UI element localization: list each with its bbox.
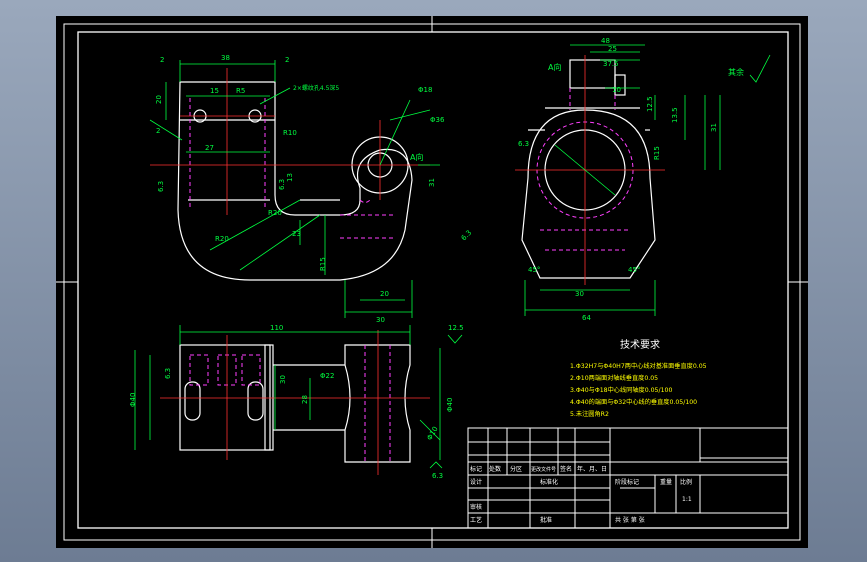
dim-27: 27 (205, 144, 214, 152)
tb-scale: 1:1 (682, 496, 692, 503)
dim-hole-note: 2×螺纹孔4.5深5 (293, 84, 339, 92)
dim-phi36: Φ36 (430, 116, 445, 124)
rough-mid: 6.3 (278, 179, 286, 190)
dim-r15-side: R15 (653, 146, 661, 160)
dim-28: 28 (301, 395, 309, 404)
tb-sign: 签名 (560, 465, 572, 473)
tb-weight: 重量 (660, 478, 672, 486)
dim-38: 38 (221, 54, 230, 62)
dim-20-left: 20 (155, 95, 163, 104)
tech-title: 技术要求 (620, 338, 660, 351)
tb-mark: 标记 (470, 465, 482, 473)
tb-stage-mark: 阶段标记 (615, 478, 639, 486)
dim-r15: R15 (319, 257, 327, 271)
dim-10: 10 (612, 86, 621, 94)
dim-30-side: 30 (575, 290, 584, 298)
tb-scale-label: 比例 (680, 478, 692, 486)
dim-13: 13 (286, 173, 294, 182)
dim-gap-right: 2 (285, 56, 289, 64)
dim-15: 15 (210, 87, 219, 95)
dim-phi40-left: Φ40 (129, 393, 137, 407)
dim-110: 110 (270, 324, 283, 332)
dim-r20-1: R20 (215, 235, 229, 243)
tb-process: 工艺 (470, 516, 482, 524)
dim-48: 48 (601, 37, 610, 45)
dim-20-bottom: 20 (380, 290, 389, 298)
dim-30-bottom-view: 30 (279, 375, 287, 384)
cad-viewport[interactable]: 38 2 2 20 15 R5 27 2 2×螺纹孔4.5深5 R10 13 Φ… (0, 0, 867, 562)
tb-count: 处数 (489, 465, 501, 473)
dim-r10: R10 (283, 129, 297, 137)
tech-item-2: 2.Φ10两端面对轴线垂直度0.05 (570, 374, 658, 382)
tech-item-5: 5.未注圆角R2 (570, 410, 609, 418)
drawing-canvas[interactable]: 38 2 2 20 15 R5 27 2 2×螺纹孔4.5深5 R10 13 Φ… (56, 16, 808, 548)
dim-phi40-right: Φ40 (446, 398, 454, 412)
rough-side: 6.3 (518, 140, 529, 148)
dim-23: 23 (292, 230, 301, 238)
dim-64: 64 (582, 314, 591, 322)
tb-sheets: 共 张 第 张 (615, 516, 645, 524)
dim-31: 31 (428, 178, 436, 187)
dim-45-left: 45° (528, 266, 540, 274)
tb-zone: 分区 (510, 465, 522, 473)
tech-item-4: 4.Φ40的端面与Φ32中心线的垂直度0.05/100 (570, 398, 697, 406)
tb-date: 年、月、日 (577, 465, 607, 473)
dim-31-side: 31 (710, 123, 718, 132)
rough-bottom-left: 6.3 (164, 368, 172, 379)
dim-12-5-bottom: 12.5 (448, 324, 464, 332)
dim-r20-2: R20 (268, 209, 282, 217)
tb-change-doc: 更改文件号 (531, 466, 556, 473)
tb-review: 审核 (470, 503, 482, 511)
dim-12-5: 12.5 (646, 96, 654, 112)
tech-item-3: 3.Φ40与Φ18中心线同轴度0.05/100 (570, 386, 672, 394)
view-label-a-top: A向 (548, 62, 561, 72)
dim-phi18: Φ18 (418, 86, 432, 94)
dim-25: 25 (608, 45, 617, 53)
tech-item-1: 1.Φ32H7与Φ40H7两中心线对基准面垂直度0.05 (570, 362, 707, 370)
dim-37: 37.5 (603, 60, 619, 68)
tb-standardize: 标准化 (540, 478, 558, 486)
view-label-a-side: A向 (410, 152, 423, 162)
dim-r5: R5 (236, 87, 245, 95)
dim-phi22: Φ22 (320, 372, 334, 380)
dim-chamfer: 2 (156, 127, 160, 135)
dim-45-right: 45° (628, 266, 640, 274)
dim-gap-left: 2 (160, 56, 164, 64)
rough-bottom: 6.3 (432, 472, 443, 480)
dim-13-5: 13.5 (671, 107, 679, 123)
dim-30-bottom: 30 (376, 316, 385, 324)
rough-left: 6.3 (157, 181, 165, 192)
tb-design: 设计 (470, 478, 482, 486)
tb-approve: 批准 (540, 516, 552, 524)
rest-surface-label: 其余 (728, 67, 744, 77)
